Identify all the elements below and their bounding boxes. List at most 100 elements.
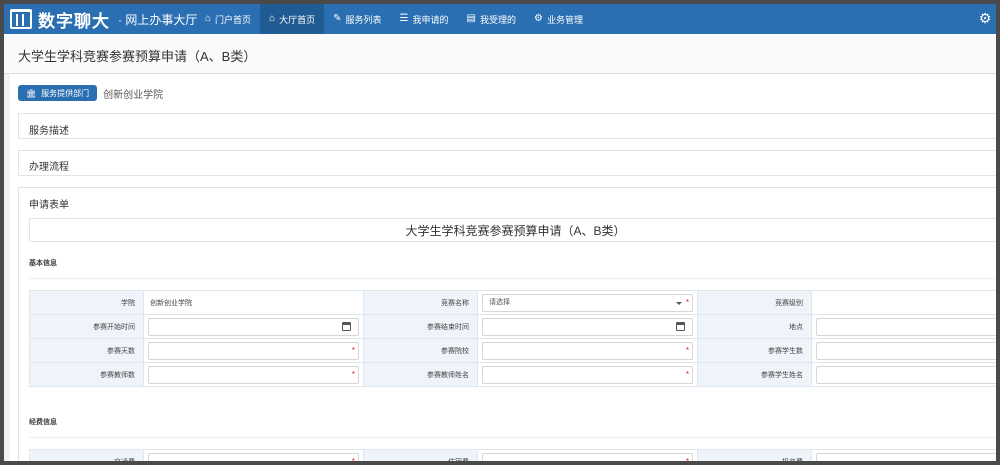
bank-icon: 🏛 [26,88,37,98]
field-value-cell: * [143,338,364,363]
divider [29,437,996,438]
nav-label: 大厅首页 [279,14,316,25]
nav-label: 门户首页 [215,14,252,25]
text-input[interactable]: * [148,365,359,384]
nav-label: 我受理的 [479,14,516,25]
field-value-cell [811,290,996,315]
main-content: 🏛 服务提供部门 创新创业学院 服务描述 办理流程 申请表单 大学生学科竞赛参赛… [10,74,996,461]
field-value-cell [811,314,996,339]
logo-subtitle: · 网上办事大厅 [118,12,198,27]
field-label: 住宿费 [363,449,478,461]
text-input[interactable]: * [482,365,693,384]
field-label: 参赛天数 [29,338,144,363]
nav-business-management[interactable]: ⚙ 业务管理 [525,4,592,34]
panel-service-description[interactable]: 服务描述 [18,113,996,139]
field-value-cell [477,314,698,339]
text-input[interactable] [816,317,996,336]
nav-my-accepted[interactable]: ▤ 我受理的 [458,4,525,34]
required-asterisk: * [351,456,355,462]
page-title: 大学生学科竞赛参赛预算申请（A、B类） [18,49,257,64]
settings-gear-icon[interactable]: ⚙ [978,11,992,25]
field-label: 报名费 [697,449,812,461]
nav-label: 业务管理 [546,14,583,25]
form-row: 学院 创新创业学院 竞赛名称 请选择 * 竞赛级别 [29,290,996,315]
panel-title: 办理流程 [29,162,69,173]
required-asterisk: * [351,369,355,379]
cogs-icon: ⚙ [533,13,543,24]
panel-application-form: 申请表单 大学生学科竞赛参赛预算申请（A、B类） 基本信息 学院 创新创业学院 竞赛… [18,187,996,461]
field-label: 参赛学生数 [697,338,812,363]
text-input[interactable]: * [148,341,359,360]
required-asterisk: * [685,456,689,462]
form-row: 交通费 * 住宿费 * 报名费 [29,449,996,462]
fee-info-table: 交通费 * 住宿费 * 报名费 [29,449,996,461]
field-label: 学院 [29,290,144,315]
field-text: 请选择 [489,298,510,306]
field-label: 参赛院校 [363,338,478,363]
form-title: 大学生学科竞赛参赛预算申请（A、B类） [29,218,996,242]
service-department-label: 服务提供部门 [41,88,90,98]
field-value-cell [811,338,996,363]
date-field[interactable] [482,317,693,336]
form-row: 参赛开始时间 参赛结束时间 地点 [29,314,996,339]
field-label: 参赛开始时间 [29,314,144,339]
field-value-cell [143,314,364,339]
text-input[interactable] [816,365,996,384]
field-value-cell: * [143,362,364,387]
field-value-cell: * [477,449,698,462]
section-basic-info: 基本信息 [29,260,57,267]
nav-service-list[interactable]: ✎ 服务列表 [324,4,390,34]
select-field[interactable]: 请选择 * [482,293,693,312]
panel-process[interactable]: 办理流程 [18,150,996,176]
logo[interactable]: 数字聊大 · 网上办事大厅 [10,7,198,32]
app-window: 数字聊大 · 网上办事大厅 ⌂ 门户首页 ⌂ 大厅首页 ✎ 服务列表 ☰ 我申请… [4,4,996,461]
field-label: 竞赛级别 [697,290,812,315]
caret-down-icon [676,301,682,305]
field-value-cell: * [477,338,698,363]
nav-my-applications[interactable]: ☰ 我申请的 [391,4,458,34]
required-asterisk: * [685,369,689,379]
required-asterisk: * [685,297,689,307]
text-input[interactable]: * [148,452,359,462]
page-header: 大学生学科竞赛参赛预算申请（A、B类） [4,34,996,74]
field-readonly-value: 创新创业学院 [150,299,192,307]
calendar-icon[interactable] [676,321,685,331]
nav-hall-home[interactable]: ⌂ 大厅首页 [260,4,325,34]
divider [29,278,996,279]
text-input[interactable] [816,341,996,360]
card-icon: ▤ [466,13,476,24]
service-department-button[interactable]: 🏛 服务提供部门 [18,85,98,101]
field-label: 参赛结束时间 [363,314,478,339]
text-input[interactable] [816,452,996,461]
panel-title: 服务描述 [29,126,69,137]
field-label: 参赛教师姓名 [363,362,478,387]
nav-label: 我申请的 [412,14,449,25]
logo-name: 数字聊大 [38,11,110,32]
field-label: 参赛教师数 [29,362,144,387]
top-navbar: 数字聊大 · 网上办事大厅 ⌂ 门户首页 ⌂ 大厅首页 ✎ 服务列表 ☰ 我申请… [4,4,996,34]
field-value-cell [811,449,996,461]
text-input[interactable]: * [482,452,693,462]
panel-title: 申请表单 [29,200,69,211]
department-name: 创新创业学院 [103,89,164,101]
section-fee-info: 经费信息 [29,419,57,426]
text-input[interactable]: * [482,341,693,360]
field-label: 交通费 [29,449,144,461]
main-nav: ⌂ 门户首页 ⌂ 大厅首页 ✎ 服务列表 ☰ 我申请的 ▤ 我受理的 ⚙ 业务管… [196,4,592,34]
required-asterisk: * [351,345,355,355]
basic-info-table: 学院 创新创业学院 竞赛名称 请选择 * 竞赛级别 参赛开始时间 参赛结束时间 地点 参赛天数 * 参… [29,290,996,387]
calendar-icon[interactable] [342,321,351,331]
edit-icon: ✎ [333,13,342,24]
form-row: 参赛教师数 * 参赛教师姓名 * 参赛学生姓名 [29,362,996,387]
date-field[interactable] [148,317,359,336]
list-icon: ☰ [399,13,409,24]
field-value-cell: * [477,362,698,387]
field-value-cell: * [143,449,364,462]
home-icon: ⌂ [269,13,276,24]
nav-portal-home[interactable]: ⌂ 门户首页 [196,4,260,34]
home-icon: ⌂ [205,13,212,24]
field-value-cell: 创新创业学院 [143,290,364,315]
logo-icon [10,9,32,29]
required-asterisk: * [685,345,689,355]
form-row: 参赛天数 * 参赛院校 * 参赛学生数 [29,338,996,363]
